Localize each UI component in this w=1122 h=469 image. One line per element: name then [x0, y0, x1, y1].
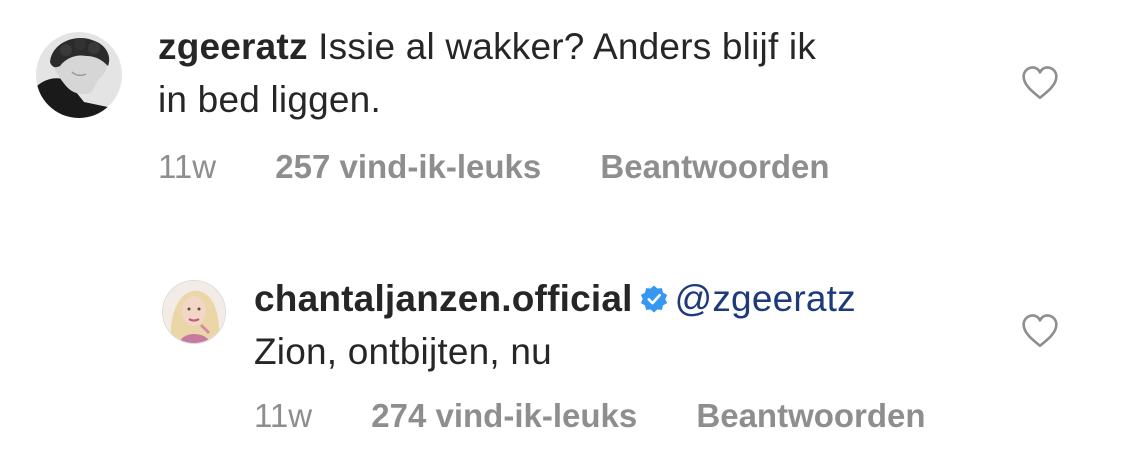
likes-count[interactable]: 257 vind-ik-leuks [275, 148, 541, 186]
avatar-icon [163, 281, 225, 343]
comment-username[interactable]: zgeeratz [158, 26, 308, 67]
comment-body-line-2: in bed liggen. [158, 79, 381, 120]
comment-meta: 11w 274 vind-ik-leuks Beantwoorden [254, 397, 926, 435]
comment-text: zgeeratz Issie al wakker? Anders blijf i… [158, 20, 978, 126]
likes-count[interactable]: 274 vind-ik-leuks [371, 397, 637, 435]
comment-meta: 11w 257 vind-ik-leuks Beantwoorden [158, 148, 830, 186]
comment-body-line-1: Issie al wakker? Anders blijf ik [318, 26, 817, 67]
comment-username[interactable]: chantaljanzen.official [254, 278, 633, 319]
avatar[interactable] [162, 280, 226, 344]
reply-button[interactable]: Beantwoorden [696, 397, 925, 435]
comment-body: Zion, ontbijten, nu [254, 331, 552, 372]
heart-outline-icon [1022, 66, 1058, 100]
reply-button[interactable]: Beantwoorden [600, 148, 829, 186]
comment-mention[interactable]: @zgeeratz [675, 278, 856, 319]
comment-text: chantaljanzen.official @zgeeratz Zion, o… [254, 272, 1014, 378]
verified-badge-icon [639, 284, 669, 314]
avatar[interactable] [36, 32, 122, 118]
heart-outline-icon [1022, 314, 1058, 348]
like-button[interactable] [1020, 65, 1060, 101]
comment-time[interactable]: 11w [254, 397, 312, 435]
comment-time[interactable]: 11w [158, 148, 216, 186]
avatar-icon [36, 32, 122, 118]
like-button[interactable] [1020, 313, 1060, 349]
